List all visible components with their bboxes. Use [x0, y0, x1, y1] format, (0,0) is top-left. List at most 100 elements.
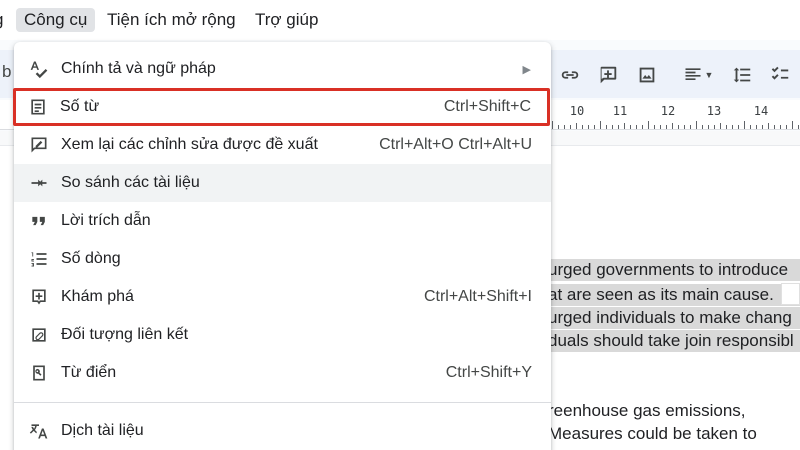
ruler-tick [570, 125, 571, 129]
ruler-tick [780, 125, 781, 129]
ruler-number: 11 [612, 104, 628, 118]
ruler-tick [588, 125, 589, 129]
checklist-icon [771, 66, 789, 80]
linked-objects-icon [28, 325, 50, 345]
ruler-tick [642, 125, 643, 129]
chevron-down-icon: ▼ [704, 70, 714, 80]
ruler-number: 14 [753, 104, 769, 118]
ruler-tick [612, 125, 613, 129]
menu-item-explore[interactable]: Khám phá Ctrl+Alt+Shift+I [14, 278, 551, 316]
menu-item-label: Đối tượng liên kết [61, 326, 189, 343]
comment-add-icon [600, 66, 617, 84]
align-left-icon [685, 68, 701, 80]
word-count-icon [27, 97, 49, 117]
spellcheck-icon [28, 59, 50, 79]
menu-item-word-count[interactable]: Số từ Ctrl+Shift+C [13, 88, 550, 126]
add-comment-button[interactable] [593, 60, 623, 90]
ruler-tick [666, 125, 667, 129]
menu-item-linked-objects[interactable]: Đối tượng liên kết [14, 316, 551, 354]
menu-item-label: Chính tả và ngữ pháp [61, 60, 216, 77]
ruler-tick [720, 123, 721, 129]
menu-item-label: Lời trích dẫn [61, 212, 151, 229]
menu-item-label: Số từ [60, 98, 100, 115]
submenu-arrow-icon: ▶ [522, 63, 531, 76]
line-spacing-button[interactable] [727, 60, 757, 90]
ruler-tick [756, 125, 757, 129]
menu-item-shortcut: Ctrl+Alt+Shift+I [423, 288, 532, 305]
ruler-tick [558, 125, 559, 129]
doc-text-line: Measures could be taken to [548, 424, 757, 443]
menu-item-compare-documents[interactable]: So sánh các tài liệu [14, 164, 551, 202]
ruler-tick [738, 125, 739, 129]
ruler-tick [654, 125, 655, 129]
menu-item-review-edits[interactable]: Xem lại các chỉnh sửa được đề xuất Ctrl+… [14, 126, 551, 164]
ruler-tick [624, 123, 625, 129]
tools-dropdown-menu: Chính tả và ngữ pháp ▶ Số từ Ctrl+Shift+… [13, 42, 551, 450]
insert-image-button[interactable] [632, 60, 662, 90]
citations-icon [28, 211, 50, 231]
ruler-tick [714, 125, 715, 129]
ruler-number: 10 [569, 104, 585, 118]
review-edits-icon [28, 135, 50, 155]
checklist-button[interactable] [765, 60, 795, 90]
menu-item-label: Dịch tài liệu [61, 422, 144, 439]
menu-item-translate-document[interactable]: Dịch tài liệu [14, 412, 551, 450]
align-button[interactable]: ▼ [676, 60, 720, 90]
toolbar-partial-label: b [2, 62, 12, 81]
ruler-tick [768, 123, 769, 129]
dictionary-icon [28, 363, 50, 383]
ruler-tick [774, 125, 775, 129]
menu-bar: g Công cụ Tiện ích mở rộng Trợ giúp [0, 0, 800, 40]
ruler-tick [552, 121, 553, 129]
line-numbers-icon [28, 249, 50, 269]
ruler-tick [786, 125, 787, 129]
ruler-tick [792, 121, 793, 129]
doc-text-line: urged individuals to make chang [548, 307, 800, 329]
ruler-tick [672, 123, 673, 129]
explore-icon [28, 287, 50, 307]
ruler-tick [660, 125, 661, 129]
ruler-tick [606, 125, 607, 129]
ruler-number: 13 [706, 104, 722, 118]
image-icon [639, 67, 655, 83]
ruler-tick [690, 125, 691, 129]
ruler-tick [726, 125, 727, 129]
menu-item-citations[interactable]: Lời trích dẫn [14, 202, 551, 240]
menu-item-spelling-grammar[interactable]: Chính tả và ngữ pháp ▶ [14, 50, 551, 88]
ruler-tick [744, 121, 745, 129]
ruler-tick [696, 121, 697, 129]
ruler-tick [702, 125, 703, 129]
menu-item-partial[interactable]: g [0, 8, 8, 32]
doc-text-line: duals should take join responsibl [548, 330, 800, 352]
ruler-tick [732, 125, 733, 129]
ruler-tick [750, 125, 751, 129]
menu-item-label: Xem lại các chỉnh sửa được đề xuất [61, 136, 318, 153]
compare-docs-icon [28, 173, 50, 193]
ruler-tick [582, 125, 583, 129]
ruler-tick [798, 125, 799, 129]
ruler-tick [648, 121, 649, 129]
ruler-tick [576, 123, 577, 129]
ruler-tick [678, 125, 679, 129]
insert-link-button[interactable] [555, 60, 585, 90]
ruler-tick [636, 125, 637, 129]
ruler-tick [618, 125, 619, 129]
doc-text-line: reenhouse gas emissions, [548, 401, 746, 420]
menu-item-label: Khám phá [61, 288, 134, 305]
doc-text-line: urged governments to introduce [548, 259, 800, 281]
menu-item-label: Số dòng [61, 250, 121, 267]
ruler-tick [684, 125, 685, 129]
text-cursor-box [781, 283, 800, 305]
menu-item-dictionary[interactable]: Từ điển Ctrl+Shift+Y [14, 354, 551, 392]
doc-text-line: at are seen as its main cause. [548, 284, 800, 306]
menu-item-label: So sánh các tài liệu [61, 174, 200, 191]
menu-tools[interactable]: Công cụ [16, 8, 96, 32]
menu-item-line-numbers[interactable]: Số dòng [14, 240, 551, 278]
menu-item-shortcut: Ctrl+Shift+Y [445, 364, 532, 381]
menu-item-label: Từ điển [61, 364, 117, 381]
ruler-tick [594, 125, 595, 129]
ruler-number: 12 [660, 104, 676, 118]
ruler-tick [600, 121, 601, 129]
menu-extensions[interactable]: Tiện ích mở rộng [99, 8, 244, 32]
menu-help[interactable]: Trợ giúp [247, 8, 326, 32]
